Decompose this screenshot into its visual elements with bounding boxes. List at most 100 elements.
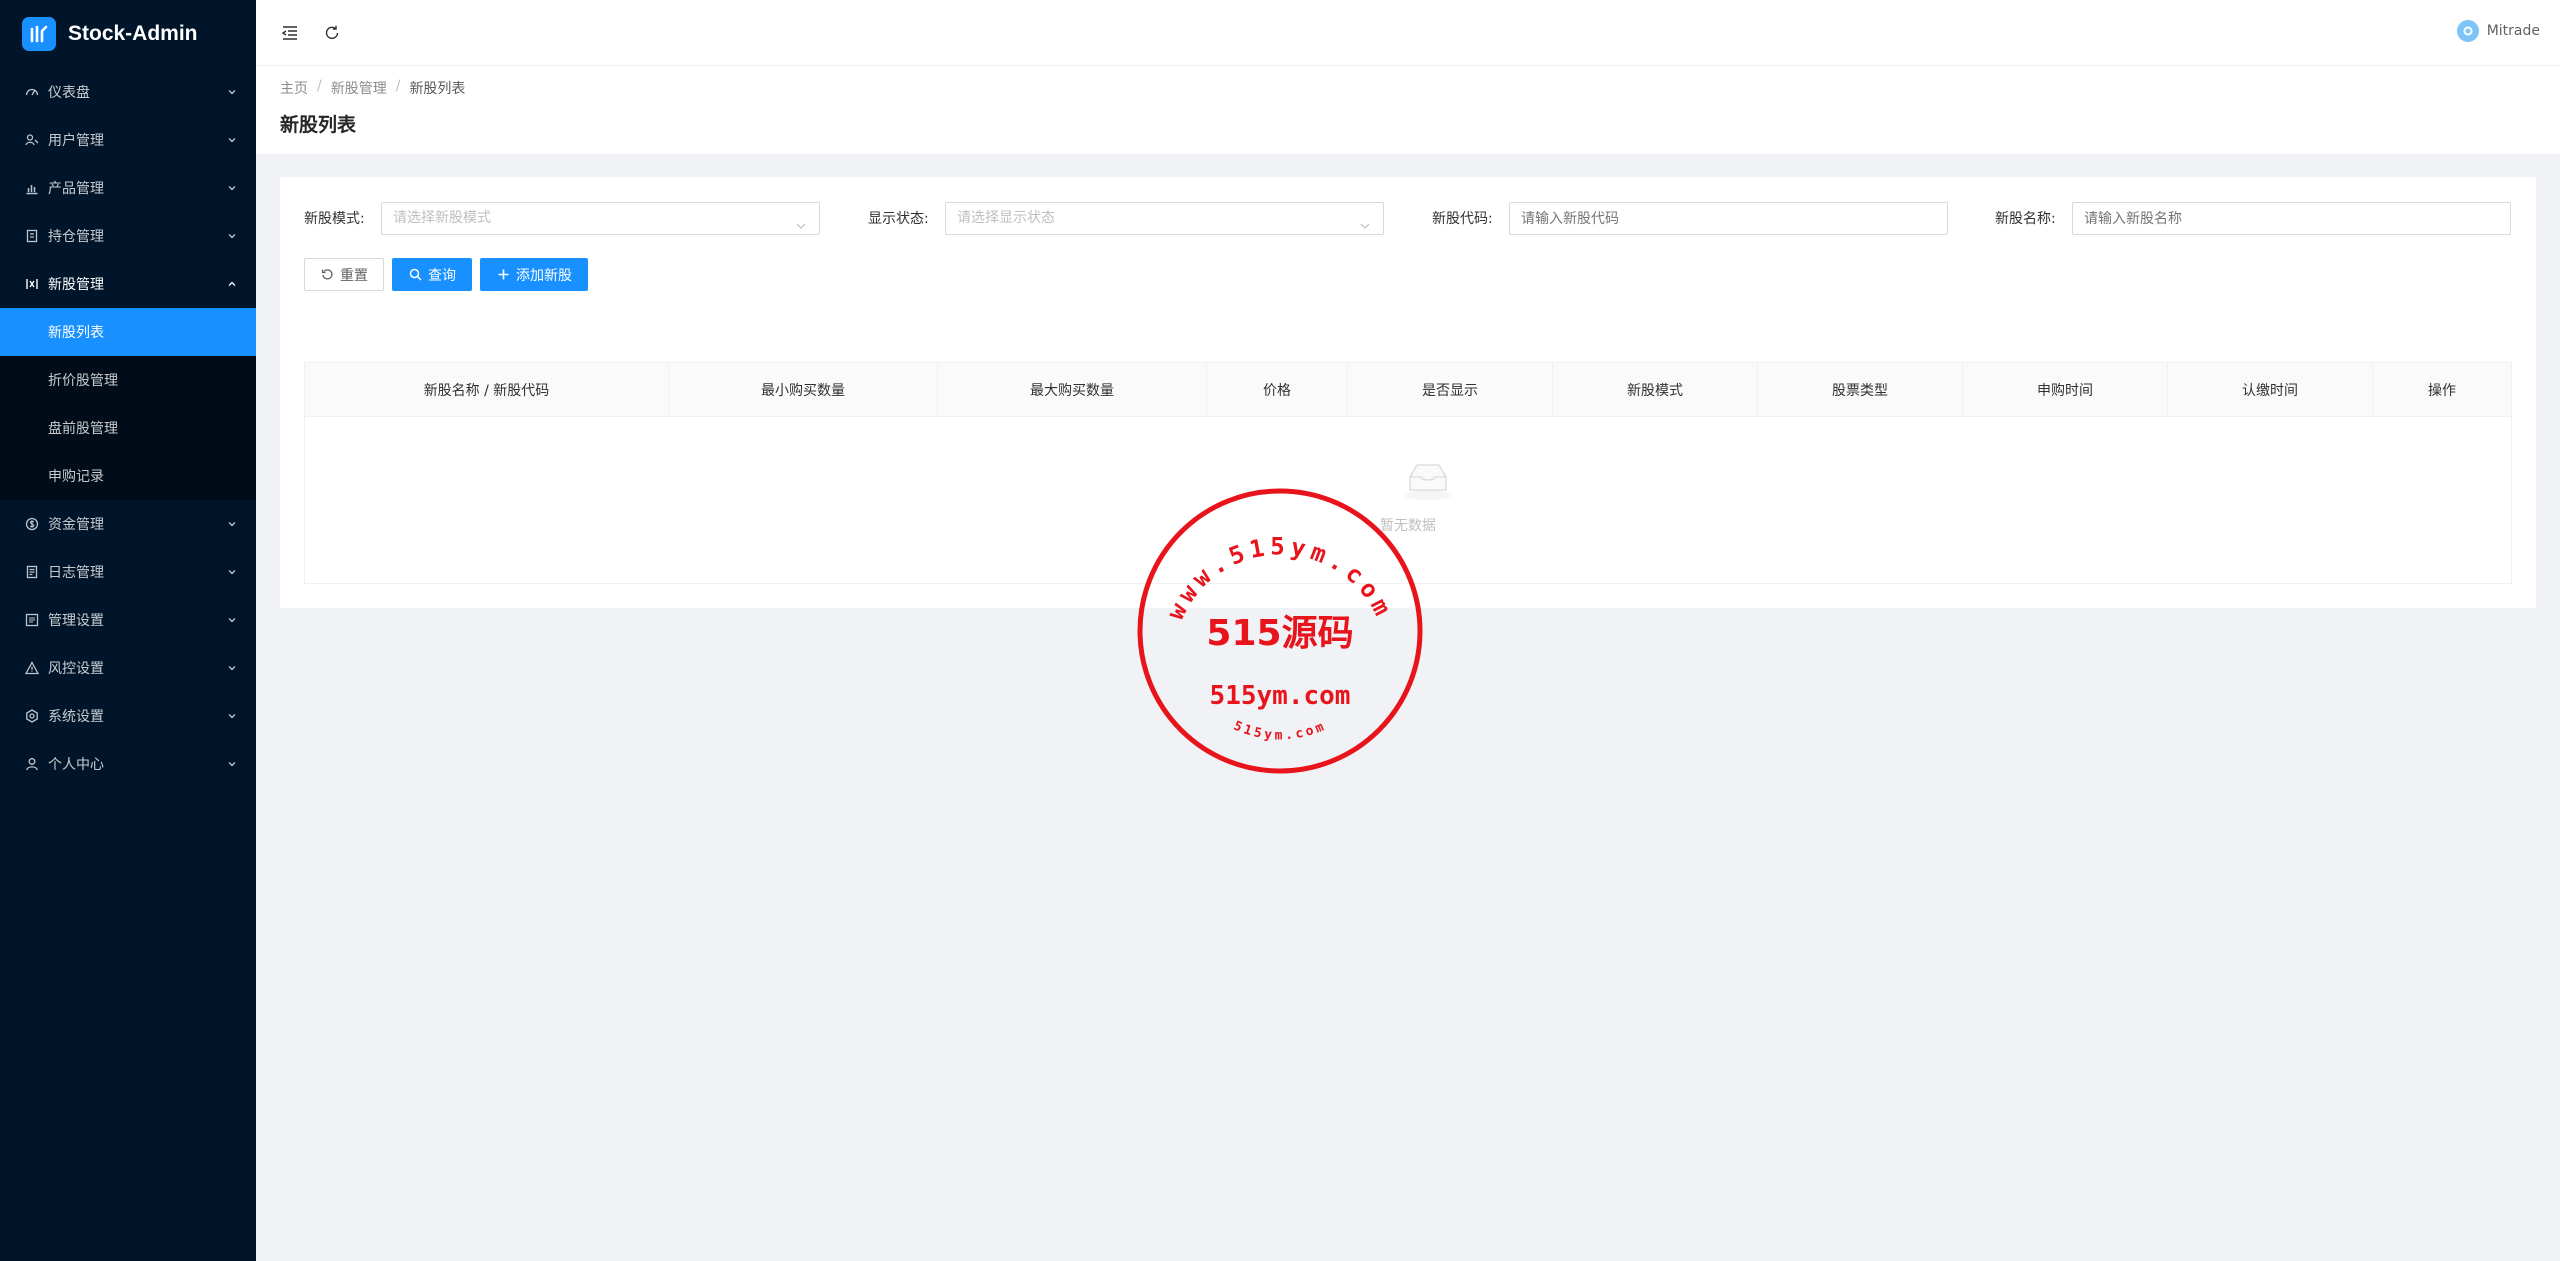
chevron-down-icon (226, 710, 238, 722)
breadcrumb-home[interactable]: 主页 (280, 78, 308, 98)
chart-icon (24, 180, 40, 196)
chevron-down-icon (226, 614, 238, 626)
column-header: 认缴时间 (2168, 363, 2373, 417)
column-header: 是否显示 (1348, 363, 1553, 417)
username: Mitrade (2486, 23, 2540, 39)
breadcrumb-separator: / (317, 78, 322, 94)
ipo-code-input[interactable] (1509, 202, 1948, 235)
code-label: 新股代码: (1432, 211, 1493, 227)
reset-icon (320, 268, 334, 282)
search-button[interactable]: 查询 (392, 258, 472, 291)
action-buttons: 重置 查询 添加新股 (304, 258, 596, 291)
sidebar-item-label: 产品管理 (48, 181, 104, 197)
column-header: 申购时间 (1963, 363, 2168, 417)
chevron-down-icon (226, 182, 238, 194)
sidebar-item-label: 系统设置 (48, 709, 104, 725)
table-header: 新股名称 / 新股代码 最小购买数量 最大购买数量 价格 是否显示 新股模式 股… (305, 363, 2511, 417)
users-icon (24, 132, 40, 148)
name-label: 新股名称: (1995, 211, 2056, 227)
menu-fold-icon[interactable] (278, 21, 302, 45)
sidebar-item-products[interactable]: 产品管理 (0, 164, 256, 212)
column-header: 最大购买数量 (938, 363, 1207, 417)
app-title: Stock-Admin (68, 22, 198, 45)
sidebar-item-label: 资金管理 (48, 517, 104, 533)
sidebar-item-positions[interactable]: 持仓管理 (0, 212, 256, 260)
sidebar-item-admin-settings[interactable]: 管理设置 (0, 596, 256, 644)
mode-label: 新股模式: (304, 211, 365, 227)
sidebar-item-label: 个人中心 (48, 757, 104, 773)
chevron-down-icon (1359, 213, 1371, 229)
plus-icon (496, 268, 510, 282)
breadcrumb-ipo-management[interactable]: 新股管理 (331, 78, 387, 98)
avatar (2456, 20, 2479, 42)
add-ipo-button[interactable]: 添加新股 (480, 258, 588, 291)
breadcrumb-current: 新股列表 (409, 81, 466, 97)
filter-form: 新股模式: 请选择新股模式 显示状态: 请选择显示状态 新股代码: 新股名称: (304, 202, 2512, 236)
gear-icon (24, 708, 40, 724)
column-header: 操作 (2428, 383, 2456, 399)
top-header: Mitrade (256, 0, 2560, 66)
page-title: 新股列表 (280, 114, 357, 136)
add-ipo-button-label: 添加新股 (516, 267, 572, 284)
user-icon (24, 756, 40, 772)
reset-button-label: 重置 (340, 267, 368, 284)
page-header: 主页 / 新股管理 / 新股列表 新股列表 (256, 66, 2560, 154)
sidebar-item-funds[interactable]: 资金管理 (0, 500, 256, 548)
sidebar-item-ipo[interactable]: 新股管理 (0, 260, 256, 308)
user-menu[interactable]: Mitrade (2456, 20, 2540, 42)
breadcrumb: 主页 / 新股管理 / 新股列表 (280, 66, 2560, 98)
column-header: 新股名称 / 新股代码 (305, 363, 669, 417)
reset-button[interactable]: 重置 (304, 258, 384, 291)
breadcrumb-separator: / (395, 78, 401, 94)
warning-icon (24, 660, 40, 676)
sidebar-item-discount-stocks[interactable]: 折价股管理 (0, 356, 256, 404)
ipo-submenu: 新股列表 折价股管理 盘前股管理 申购记录 (0, 308, 256, 500)
chevron-down-icon (226, 230, 238, 242)
status-placeholder: 请选择显示状态 (957, 210, 1055, 226)
sidebar-item-profile[interactable]: 个人中心 (0, 740, 256, 788)
position-icon (24, 228, 40, 244)
mode-placeholder: 请选择新股模式 (393, 210, 491, 226)
column-header: 新股模式 (1553, 363, 1758, 417)
sidebar-menu: 仪表盘 用户管理 产品管理 持仓管理 新股管理 新股列表 折价股管理 盘前股管理… (0, 68, 256, 788)
chevron-down-icon (226, 662, 238, 674)
sidebar-item-risk-settings[interactable]: 风控设置 (0, 644, 256, 692)
logo[interactable]: Stock-Admin (0, 0, 256, 68)
watermark-sub-text: 515ym.com (1209, 681, 1351, 711)
sidebar-item-label: 仪表盘 (48, 85, 90, 101)
svg-text:515ym.com: 515ym.com (1231, 719, 1329, 744)
chevron-up-icon (226, 278, 238, 290)
sidebar-item-label: 风控设置 (48, 661, 104, 677)
search-icon (408, 268, 422, 282)
sidebar-item-ipo-list[interactable]: 新股列表 (0, 308, 256, 356)
admin-settings-icon (24, 612, 40, 628)
sidebar-item-label: 新股管理 (48, 277, 104, 293)
column-header: 最小购买数量 (669, 363, 938, 417)
chevron-down-icon (795, 213, 807, 229)
sidebar-item-label: 用户管理 (48, 133, 104, 149)
reload-icon[interactable] (320, 21, 344, 45)
ipo-icon (24, 276, 40, 292)
sidebar-item-dashboard[interactable]: 仪表盘 (0, 68, 256, 116)
sidebar-item-label: 日志管理 (48, 565, 104, 581)
ipo-name-input[interactable] (2072, 202, 2511, 235)
sidebar-item-logs[interactable]: 日志管理 (0, 548, 256, 596)
sidebar-item-label: 管理设置 (48, 613, 104, 629)
chevron-down-icon (226, 566, 238, 578)
chevron-down-icon (226, 758, 238, 770)
chevron-down-icon (226, 518, 238, 530)
dashboard-icon (24, 84, 40, 100)
column-header: 价格 (1207, 363, 1348, 417)
log-icon (24, 564, 40, 580)
chevron-down-icon (226, 86, 238, 98)
status-select[interactable]: 请选择显示状态 (945, 202, 1384, 235)
logo-icon (22, 17, 56, 51)
sidebar-item-premarket-stocks[interactable]: 盘前股管理 (0, 404, 256, 452)
sidebar-item-subscription-records[interactable]: 申购记录 (0, 452, 256, 500)
funds-icon (24, 516, 40, 532)
watermark-bottom-text: 515ym.com (1231, 719, 1326, 744)
mode-select[interactable]: 请选择新股模式 (381, 202, 820, 235)
sidebar-item-users[interactable]: 用户管理 (0, 116, 256, 164)
status-label: 显示状态: (868, 211, 929, 227)
sidebar-item-system-settings[interactable]: 系统设置 (0, 692, 256, 740)
